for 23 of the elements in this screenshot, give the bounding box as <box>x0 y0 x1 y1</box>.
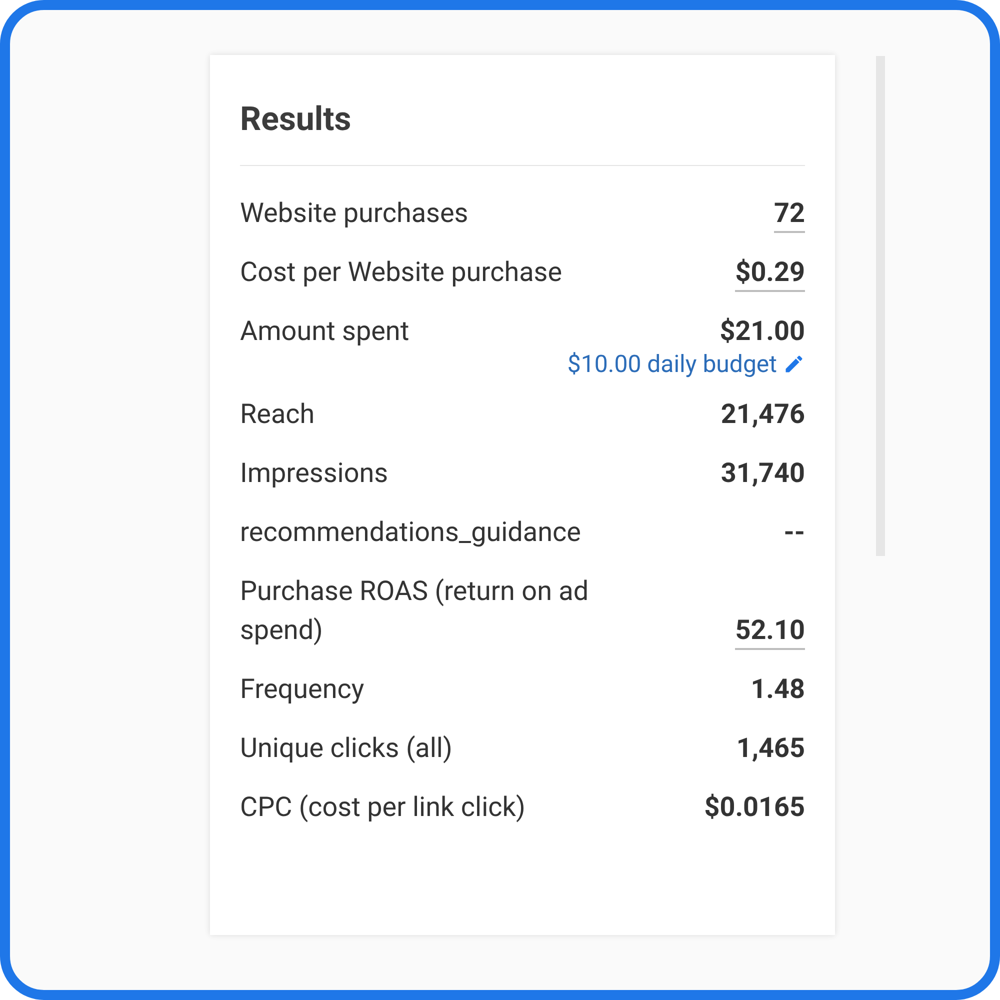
metric-value: 21,476 <box>720 397 805 432</box>
metric-value: $0.0165 <box>704 790 805 825</box>
metric-label: Website purchases <box>240 196 468 231</box>
metric-label: Purchase ROAS (return on ad spend) <box>240 574 590 648</box>
metric-value[interactable]: $0.29 <box>735 254 805 292</box>
metric-label: Cost per Website purchase <box>240 255 562 290</box>
metric-label: Unique clicks (all) <box>240 731 452 766</box>
metric-label: recommendations_guidance <box>240 515 581 550</box>
metric-value: 31,740 <box>720 456 805 491</box>
metric-label: Amount spent <box>240 314 410 349</box>
metric-value: -- <box>784 515 805 550</box>
metric-label: CPC (cost per link click) <box>240 790 526 825</box>
metric-label: Frequency <box>240 672 364 707</box>
metric-value: 1,465 <box>736 731 805 766</box>
metric-value: $21.00 <box>720 314 805 349</box>
budget-link[interactable]: $10.00 daily budget <box>567 347 805 381</box>
metric-value[interactable]: 52.10 <box>735 612 805 650</box>
pencil-icon <box>783 353 805 375</box>
metric-value[interactable]: 72 <box>774 195 805 233</box>
section-title: Results <box>240 100 352 140</box>
metric-label: Impressions <box>240 456 388 491</box>
metric-value: 1.48 <box>750 672 805 707</box>
metric-label: Reach <box>240 397 315 432</box>
